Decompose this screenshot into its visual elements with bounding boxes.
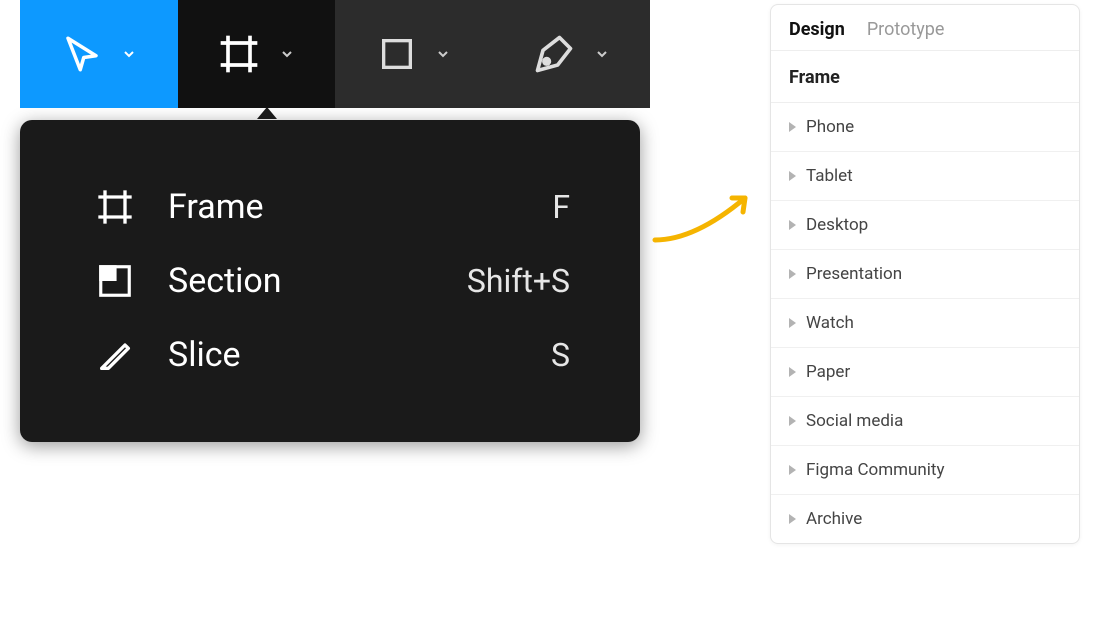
dropdown-item-shortcut: F — [552, 188, 570, 226]
triangle-right-icon — [789, 220, 796, 230]
preset-figma-community[interactable]: Figma Community — [771, 446, 1079, 495]
preset-presentation[interactable]: Presentation — [771, 250, 1079, 299]
panel-section-title: Frame — [771, 51, 1079, 103]
preset-label: Social media — [806, 411, 903, 431]
frame-tool[interactable] — [178, 0, 336, 108]
preset-paper[interactable]: Paper — [771, 348, 1079, 397]
triangle-right-icon — [789, 416, 796, 426]
preset-social-media[interactable]: Social media — [771, 397, 1079, 446]
triangle-right-icon — [789, 269, 796, 279]
preset-label: Figma Community — [806, 460, 945, 480]
move-tool[interactable] — [20, 0, 178, 108]
preset-archive[interactable]: Archive — [771, 495, 1079, 543]
tab-prototype[interactable]: Prototype — [867, 19, 945, 40]
preset-label: Paper — [806, 362, 850, 382]
chevron-down-icon — [279, 46, 295, 62]
frame-icon — [217, 32, 261, 76]
pen-tool[interactable] — [493, 0, 651, 108]
move-cursor-icon — [61, 33, 103, 75]
dropdown-item-slice[interactable]: Slice S — [90, 318, 570, 392]
chevron-down-icon — [121, 46, 137, 62]
preset-desktop[interactable]: Desktop — [771, 201, 1079, 250]
triangle-right-icon — [789, 318, 796, 328]
design-panel: Design Prototype Frame Phone Tablet Desk… — [770, 4, 1080, 544]
toolbar-container: Frame F Section Shift+S Slice S — [20, 0, 650, 442]
toolbar — [20, 0, 650, 108]
triangle-right-icon — [789, 465, 796, 475]
dropdown-item-label: Section — [168, 261, 467, 301]
dropdown-item-label: Slice — [168, 335, 551, 375]
shape-tool[interactable] — [335, 0, 493, 108]
slice-icon — [90, 335, 140, 375]
dropdown-pointer — [257, 107, 277, 119]
chevron-down-icon — [435, 46, 451, 62]
tab-design[interactable]: Design — [789, 19, 845, 40]
pointer-arrow-icon — [650, 180, 770, 250]
frame-icon — [90, 187, 140, 227]
preset-label: Archive — [806, 509, 862, 529]
chevron-down-icon — [594, 46, 610, 62]
pen-icon — [532, 32, 576, 76]
preset-label: Tablet — [806, 166, 853, 186]
triangle-right-icon — [789, 367, 796, 377]
frame-tool-dropdown: Frame F Section Shift+S Slice S — [20, 120, 640, 442]
dropdown-item-shortcut: Shift+S — [467, 262, 570, 300]
dropdown-item-section[interactable]: Section Shift+S — [90, 244, 570, 318]
triangle-right-icon — [789, 171, 796, 181]
panel-tabs: Design Prototype — [771, 5, 1079, 51]
preset-phone[interactable]: Phone — [771, 103, 1079, 152]
preset-watch[interactable]: Watch — [771, 299, 1079, 348]
dropdown-item-label: Frame — [168, 187, 552, 227]
preset-label: Presentation — [806, 264, 902, 284]
preset-label: Watch — [806, 313, 854, 333]
preset-label: Desktop — [806, 215, 868, 235]
triangle-right-icon — [789, 514, 796, 524]
dropdown-item-shortcut: S — [551, 336, 570, 374]
preset-label: Phone — [806, 117, 854, 137]
section-icon — [90, 262, 140, 300]
dropdown-item-frame[interactable]: Frame F — [90, 170, 570, 244]
triangle-right-icon — [789, 122, 796, 132]
rectangle-icon — [377, 34, 417, 74]
preset-tablet[interactable]: Tablet — [771, 152, 1079, 201]
